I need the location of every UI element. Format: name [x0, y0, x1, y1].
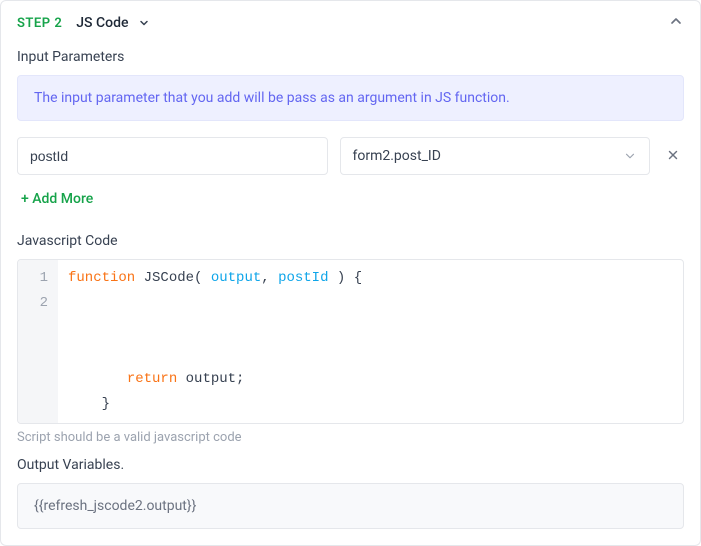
code-hint: Script should be a valid javascript code: [17, 430, 684, 445]
param-row: form2.post_ID: [17, 137, 684, 175]
close-icon: [666, 147, 680, 166]
step-label: STEP 2: [17, 16, 62, 31]
code-fn: JSCode(: [135, 270, 211, 286]
param-name-input[interactable]: [17, 137, 328, 175]
param-value-select[interactable]: form2.post_ID: [340, 137, 651, 175]
card-body: Input Parameters The input parameter tha…: [1, 39, 700, 545]
param-value-label: form2.post_ID: [353, 148, 441, 164]
chevron-up-icon: [668, 13, 684, 29]
code-sep: ,: [261, 270, 278, 286]
code-title: Javascript Code: [17, 233, 684, 249]
add-more-button[interactable]: + Add More: [17, 189, 97, 209]
step-type-dropdown[interactable]: JS Code: [76, 15, 150, 31]
code-close-brace: }: [102, 396, 110, 412]
add-more-label: + Add More: [21, 191, 93, 207]
info-banner: The input parameter that you add will be…: [17, 75, 684, 121]
remove-param-button[interactable]: [662, 143, 684, 170]
step-type-label: JS Code: [76, 15, 128, 31]
code-content[interactable]: function JSCode( output, postId ) { retu…: [58, 260, 683, 423]
header-left: STEP 2 JS Code: [17, 15, 150, 31]
collapse-toggle[interactable]: [668, 13, 684, 33]
code-return-rest: output;: [177, 371, 244, 387]
chevron-down-icon: [138, 17, 150, 29]
step-card: STEP 2 JS Code Input Parameters The inpu…: [0, 0, 701, 546]
code-editor[interactable]: 1 2 function JSCode( output, postId ) { …: [17, 259, 684, 424]
output-variable-box: {{refresh_jscode2.output}}: [17, 483, 684, 529]
code-close-paren: ) {: [329, 270, 363, 286]
chevron-down-icon: [623, 149, 637, 163]
code-keyword: return: [127, 371, 177, 387]
card-header: STEP 2 JS Code: [1, 1, 700, 39]
code-keyword: function: [68, 270, 135, 286]
code-arg: output: [211, 270, 261, 286]
output-title: Output Variables.: [17, 457, 684, 473]
code-arg: postId: [278, 270, 328, 286]
input-params-title: Input Parameters: [17, 49, 684, 65]
code-gutter: 1 2: [18, 260, 58, 423]
